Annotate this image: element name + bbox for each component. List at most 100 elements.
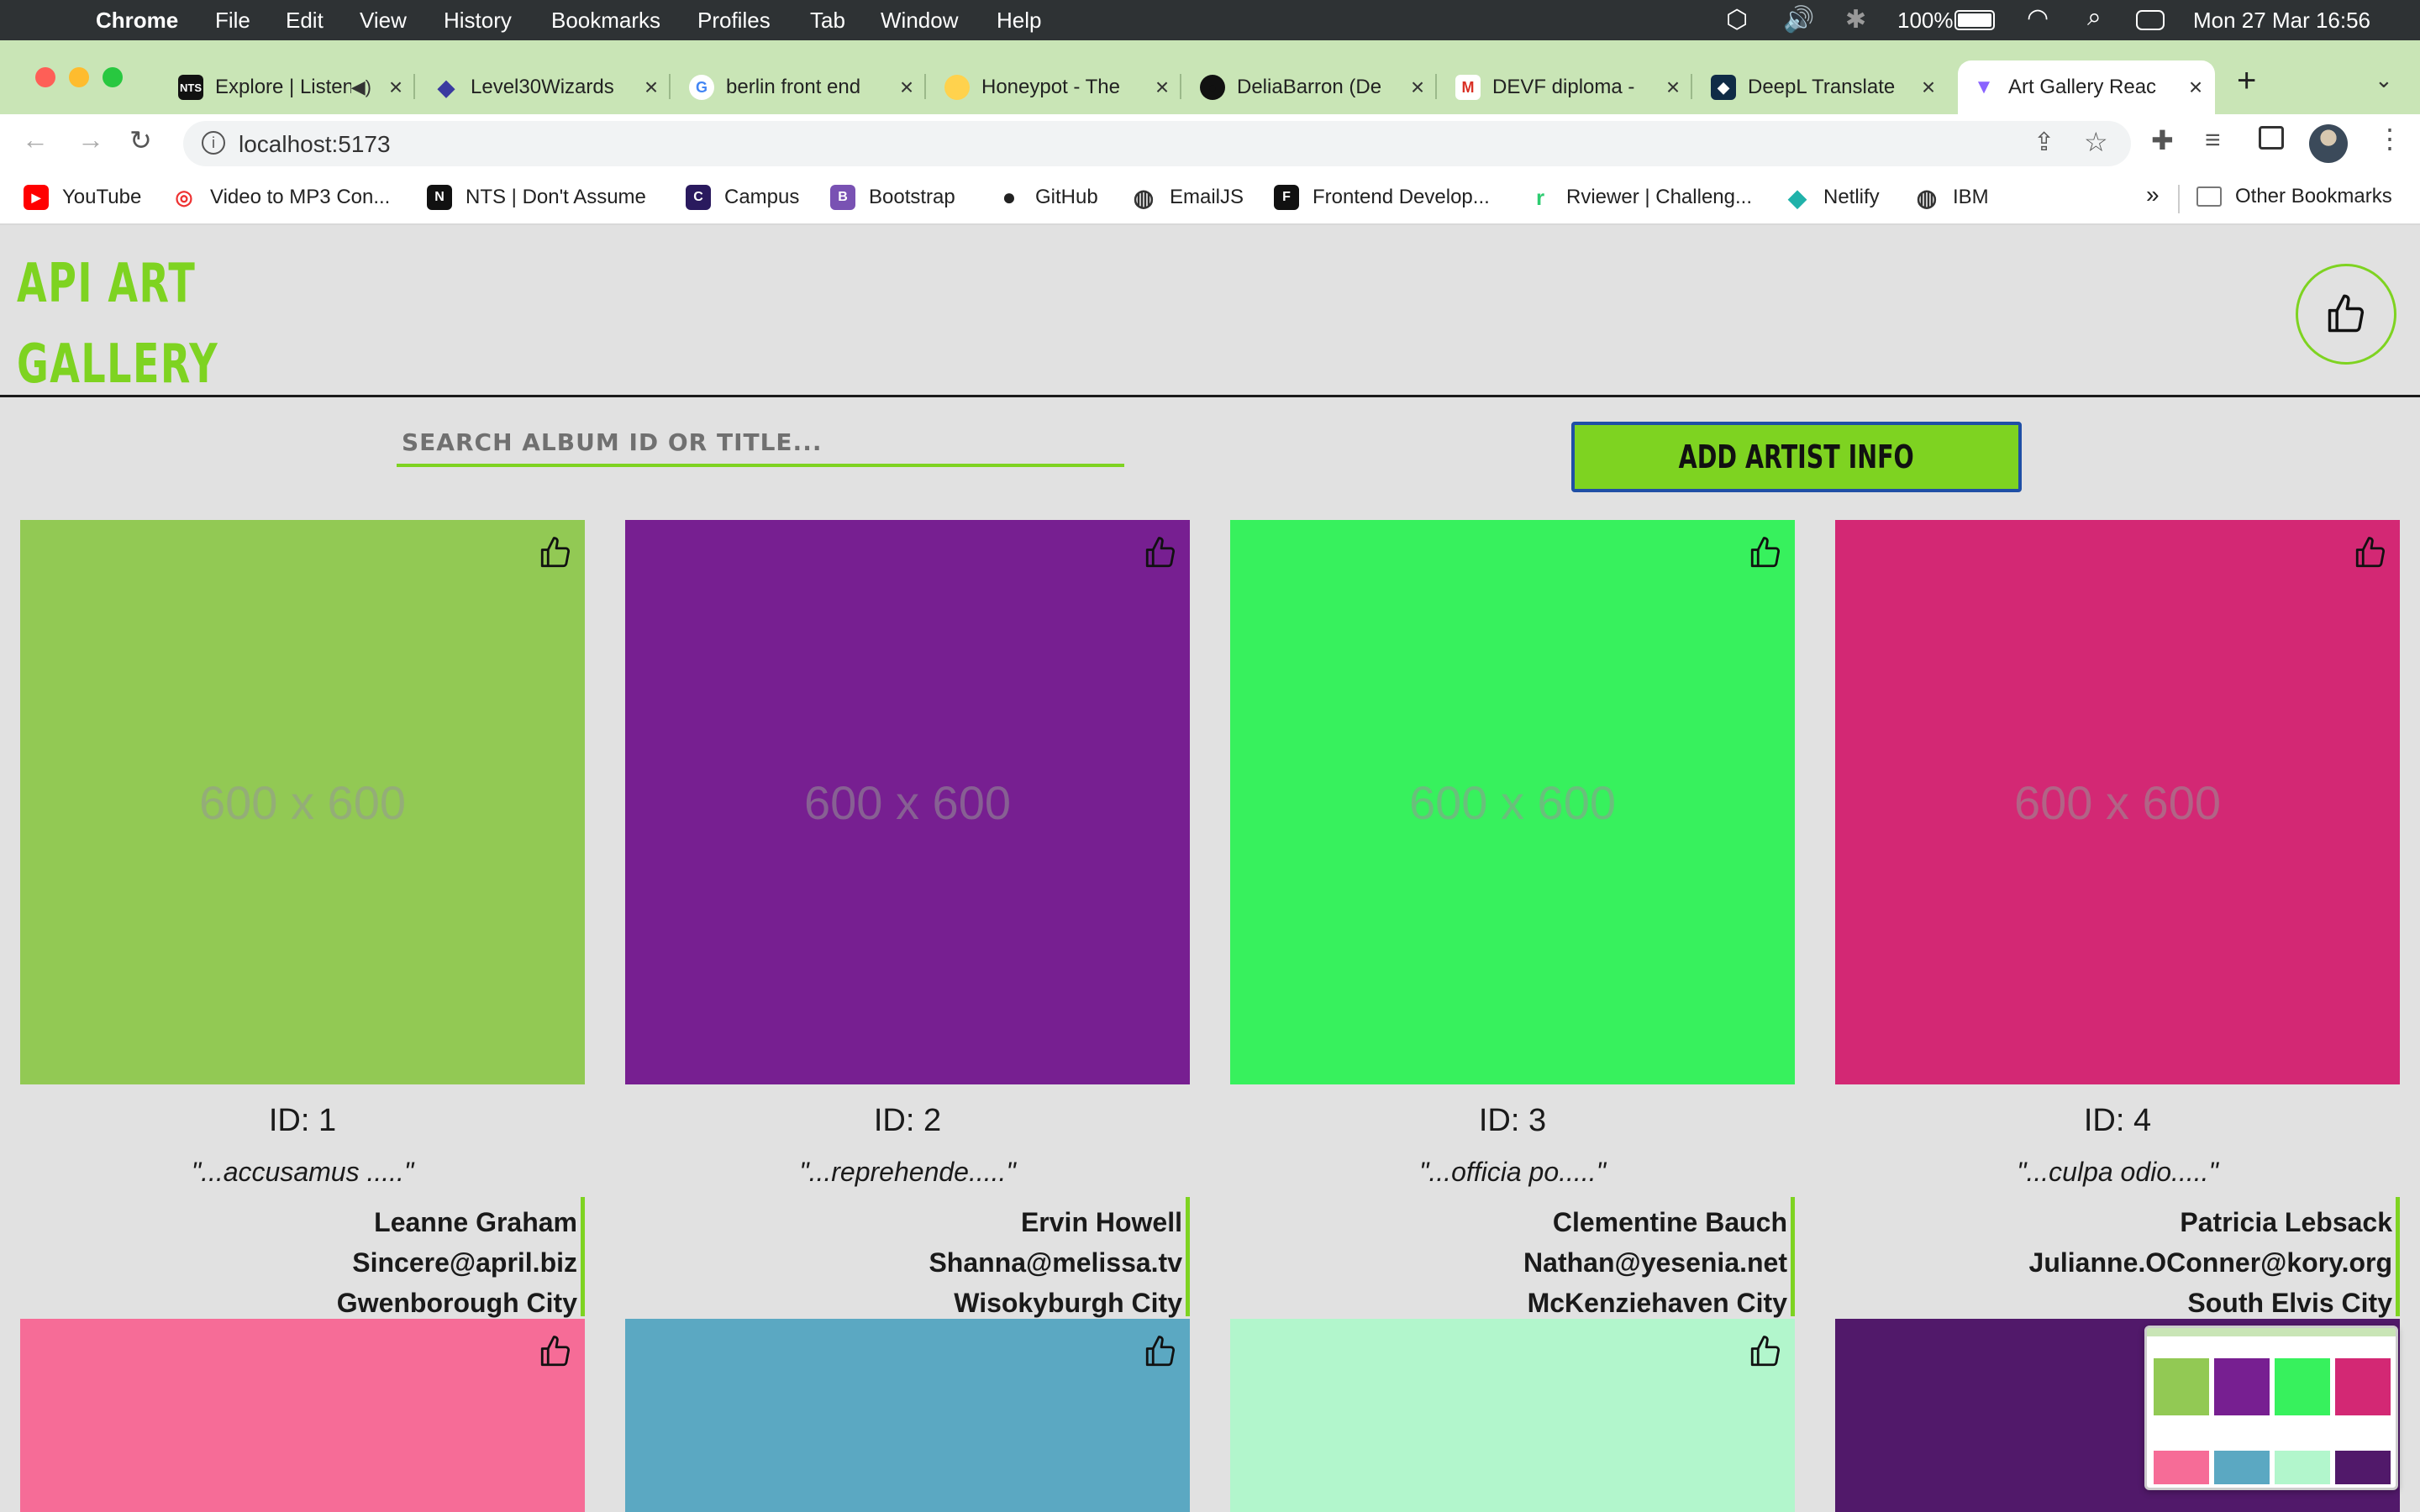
album-image[interactable]: 600 x 600 [1230, 520, 1795, 1084]
album-title-excerpt: "...officia po....." [1419, 1157, 1606, 1187]
tab-honeypot[interactable]: ● Honeypot - The × [931, 60, 1181, 114]
album-image[interactable]: 600 x 600 [1835, 520, 2400, 1084]
globe-icon: ◍ [1131, 185, 1156, 211]
add-artist-info-button[interactable]: ADD ARTIST INFO [1571, 422, 2022, 492]
like-button[interactable] [538, 535, 573, 575]
menu-profiles[interactable]: Profiles [697, 8, 771, 34]
tab-title: Honeypot - The [981, 76, 1120, 98]
battery-icon[interactable] [1954, 10, 1995, 30]
url-text[interactable]: localhost:5173 [239, 131, 391, 158]
audio-playing-icon[interactable]: ◀) [351, 76, 371, 98]
close-tab-icon[interactable]: × [2183, 74, 2208, 101]
like-button[interactable] [1748, 535, 1783, 575]
like-button[interactable] [1143, 535, 1178, 575]
search-field-wrapper [397, 422, 1124, 467]
bookmark-netlify[interactable]: ◆ Netlify [1785, 185, 1880, 211]
site-info-icon[interactable]: i [202, 131, 225, 155]
header-divider [0, 395, 2420, 397]
close-tab-icon[interactable]: × [1660, 74, 1686, 101]
menu-view[interactable]: View [360, 8, 407, 34]
reload-icon[interactable]: ↻ [129, 124, 152, 156]
like-button[interactable] [538, 1334, 573, 1373]
screenshot-thumbnail-preview[interactable] [2144, 1326, 2398, 1490]
media-control-icon[interactable]: ≡ [2205, 124, 2221, 155]
thumbs-up-icon [1750, 1336, 1781, 1367]
tab-level30wizards[interactable]: ◆ Level30Wizards × [420, 60, 671, 114]
menu-edit[interactable]: Edit [286, 8, 324, 34]
menu-tab[interactable]: Tab [810, 8, 845, 34]
bookmark-youtube[interactable]: ▶ YouTube [24, 185, 141, 210]
menu-bookmarks[interactable]: Bookmarks [551, 8, 660, 34]
close-window-button[interactable] [35, 67, 55, 87]
close-tab-icon[interactable]: × [383, 74, 408, 101]
bookmark-video-to-mp3[interactable]: ◎ Video to MP3 Con... [171, 185, 390, 210]
bookmark-frontend-developer[interactable]: F Frontend Develop... [1274, 185, 1490, 210]
bookmark-bootstrap[interactable]: B Bootstrap [830, 185, 955, 210]
menu-datetime: Mon 27 Mar 16:56 [2193, 8, 2371, 33]
like-button[interactable] [1748, 1334, 1783, 1373]
tab-github[interactable]: ● DeliaBarron (De × [1186, 60, 1437, 114]
tab-explore[interactable]: NTS Explore | Listen ◀) × [165, 60, 415, 114]
bookmark-campus[interactable]: C Campus [686, 185, 799, 210]
close-tab-icon[interactable]: × [639, 74, 664, 101]
favorites-button[interactable] [2296, 264, 2396, 365]
zoom-window-button[interactable] [103, 67, 123, 87]
minimize-window-button[interactable] [69, 67, 89, 87]
close-tab-icon[interactable]: × [1916, 74, 1941, 101]
like-button[interactable] [1143, 1334, 1178, 1373]
tab-title: Explore | Listen [215, 76, 351, 98]
tab-google-search[interactable]: G berlin front end × [676, 60, 926, 114]
bookmark-rviewer[interactable]: r Rviewer | Challeng... [1528, 185, 1752, 210]
artist-email: Julianne.OConner@kory.org [2028, 1247, 2392, 1278]
bluetooth-icon[interactable]: ✱ [1845, 5, 1866, 34]
bookmark-github[interactable]: ● GitHub [997, 184, 1098, 210]
album-image[interactable]: 600 x 600 [625, 520, 1190, 1084]
album-card-partial[interactable] [1230, 1319, 1795, 1512]
tab-gmail[interactable]: M DEVF diploma - × [1442, 60, 1692, 114]
control-center-icon[interactable] [2136, 10, 2165, 30]
side-panel-icon[interactable] [2259, 126, 2284, 150]
address-bar[interactable]: i localhost:5173 ⇪ ☆ [183, 121, 2131, 166]
menu-app-name[interactable]: Chrome [96, 8, 178, 34]
tab-search-chevron-icon[interactable]: ⌄ [2375, 67, 2393, 93]
volume-icon[interactable]: 🔊 [1783, 5, 1814, 34]
bookmark-nts[interactable]: N NTS | Don't Assume [427, 185, 646, 210]
search-input[interactable] [397, 422, 1124, 462]
new-tab-icon[interactable]: + [2237, 62, 2256, 100]
extensions-icon[interactable]: ✚ [2151, 124, 2174, 156]
vpn-icon[interactable]: ⬡ [1726, 5, 1748, 34]
album-card-partial[interactable] [625, 1319, 1190, 1512]
artist-info: Leanne Graham Sincere@april.biz Gwenboro… [20, 1197, 585, 1318]
bookmarks-bar: ▶ YouTube ◎ Video to MP3 Con... N NTS | Don… [0, 173, 2420, 225]
chrome-menu-icon[interactable]: ⋮ [2376, 123, 2403, 155]
close-tab-icon[interactable]: × [1405, 74, 1430, 101]
search-icon[interactable]: ⌕ [2087, 3, 2102, 32]
more-bookmarks-icon[interactable]: » [2146, 181, 2160, 208]
like-button[interactable] [2353, 535, 2388, 575]
artist-info: Patricia Lebsack Julianne.OConner@kory.o… [1835, 1197, 2400, 1318]
bookmark-star-icon[interactable]: ☆ [2084, 126, 2108, 158]
menu-file[interactable]: File [215, 8, 250, 34]
album-image[interactable]: 600 x 600 [20, 520, 585, 1084]
tab-art-gallery[interactable]: ▼ Art Gallery Reac × [1958, 60, 2215, 114]
tab-deepl[interactable]: ◆ DeepL Translate × [1697, 60, 1948, 114]
tab-title: DeepL Translate [1748, 76, 1896, 98]
forward-icon[interactable]: → [77, 124, 104, 155]
menu-window[interactable]: Window [881, 8, 958, 34]
github-icon: ● [997, 184, 1022, 210]
other-bookmarks-folder[interactable]: Other Bookmarks [2196, 185, 2392, 208]
app-logo[interactable]: API ART GALLERY [17, 244, 218, 405]
album-card-partial[interactable] [20, 1319, 585, 1512]
close-tab-icon[interactable]: × [894, 74, 919, 101]
close-tab-icon[interactable]: × [1150, 74, 1175, 101]
artist-name: Ervin Howell [1020, 1207, 1182, 1237]
thumbs-up-icon [2355, 537, 2386, 568]
bookmark-ibm[interactable]: ◍ IBM [1914, 185, 1989, 211]
profile-avatar[interactable] [2309, 124, 2348, 163]
back-icon[interactable]: ← [22, 124, 49, 155]
share-icon[interactable]: ⇪ [2033, 128, 2054, 157]
wifi-icon[interactable]: ◠ [2027, 3, 2049, 33]
menu-help[interactable]: Help [997, 8, 1041, 34]
bookmark-emailjs[interactable]: ◍ EmailJS [1131, 185, 1244, 211]
menu-history[interactable]: History [444, 8, 512, 34]
